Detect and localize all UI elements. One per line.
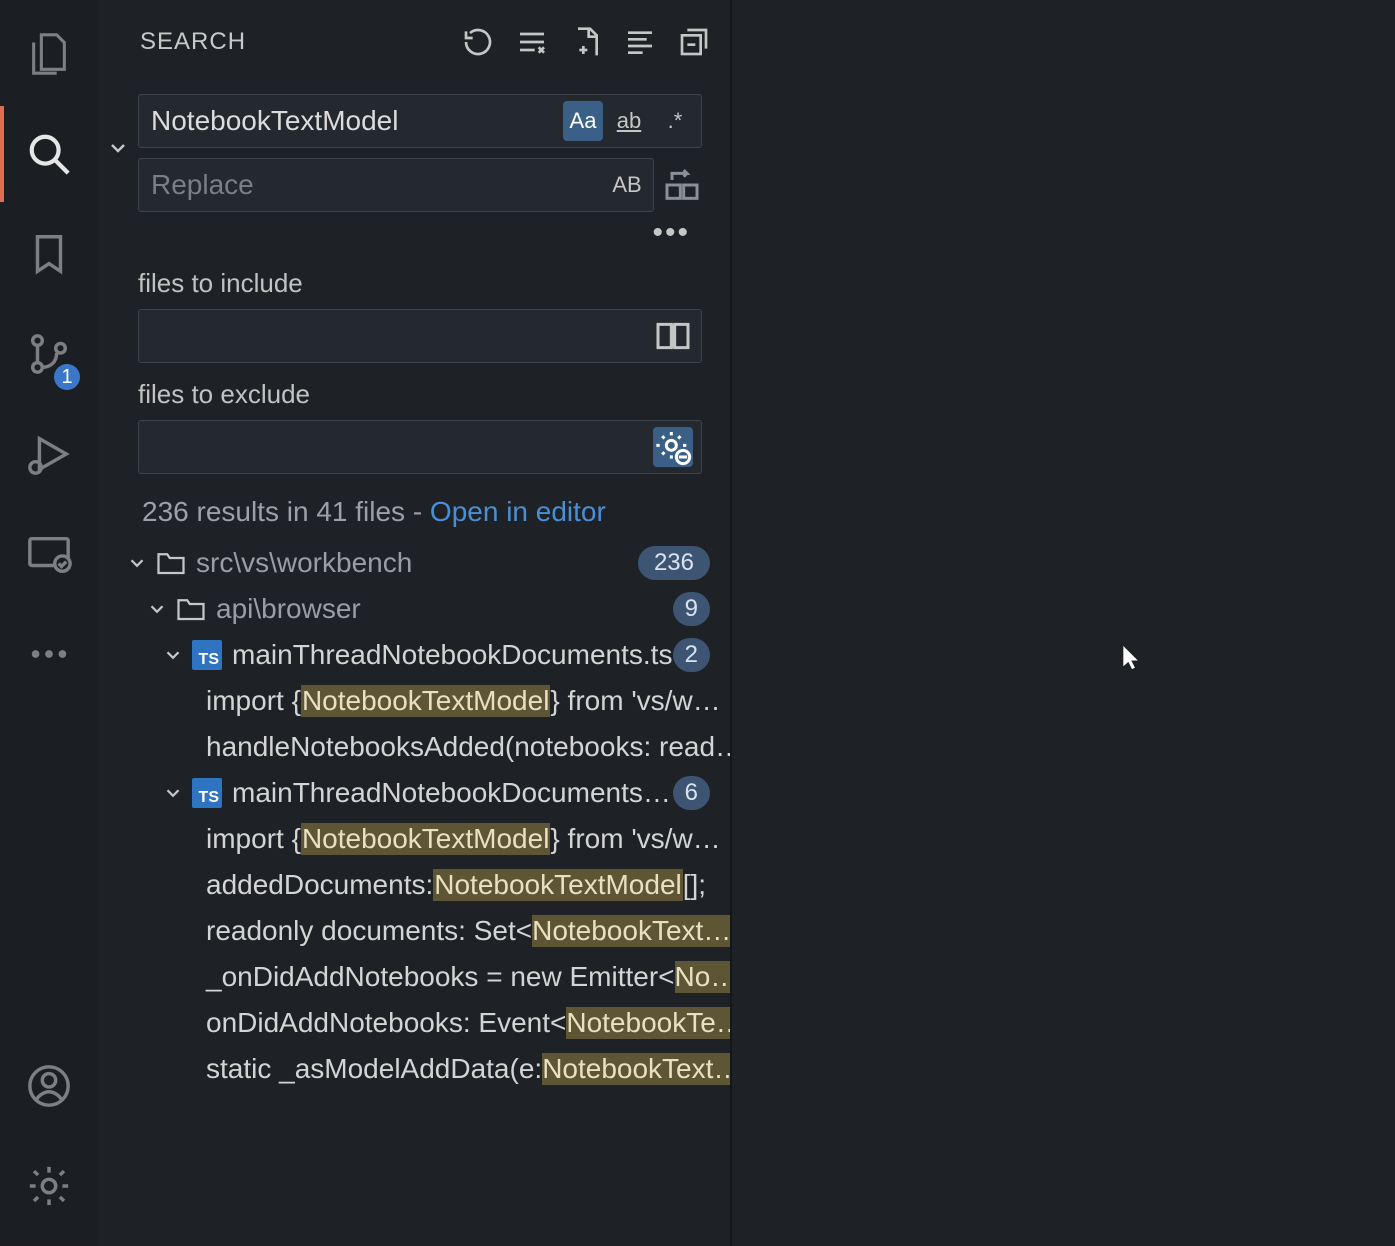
toggle-replace-button[interactable] [98, 94, 138, 474]
activity-remote[interactable] [0, 524, 98, 584]
search-match-row[interactable]: addedDocuments: NotebookTextModel[]; [98, 862, 730, 908]
activity-run-debug[interactable] [0, 424, 98, 484]
replace-input-wrap: AB [138, 158, 654, 212]
panel-title: SEARCH [140, 28, 462, 56]
clear-results-button[interactable] [516, 26, 548, 58]
editor-area [732, 0, 1395, 1246]
files-exclude-input[interactable] [151, 431, 653, 463]
search-match-row[interactable]: _onDidAddNotebooks = new Emitter<No… [98, 954, 730, 1000]
clear-icon [516, 26, 548, 58]
folder-icon [176, 596, 206, 622]
chevron-down-icon [162, 782, 184, 804]
results-summary: 236 results in 41 files - Open in editor [98, 474, 730, 540]
activity-bookmarks[interactable] [0, 224, 98, 284]
typescript-file-icon: TS [192, 640, 222, 670]
folder-icon [156, 550, 186, 576]
tree-file-row[interactable]: TS mainThreadNotebookDocuments… 6 [98, 770, 730, 816]
count-badge: 2 [673, 638, 710, 672]
search-match-row[interactable]: handleNotebooksAdded(notebooks: read… [98, 724, 730, 770]
activity-search[interactable] [0, 124, 98, 184]
results-count-text: 236 results in 41 files - [142, 496, 430, 527]
file-name: mainThreadNotebookDocuments… [232, 777, 673, 809]
search-match-row[interactable]: onDidAddNotebooks: Event<NotebookTe… [98, 1000, 730, 1046]
search-icon [26, 131, 72, 177]
search-match-row[interactable]: import { NotebookTextModel } from 'vs/w… [98, 678, 730, 724]
activity-settings[interactable] [0, 1156, 98, 1216]
gear-exclude-icon [653, 427, 693, 467]
mouse-cursor [1123, 646, 1141, 679]
folder-path: api\browser [216, 593, 361, 624]
open-in-editor-link[interactable]: Open in editor [430, 496, 606, 527]
match-word-toggle[interactable]: ab [609, 101, 649, 141]
search-match-row[interactable]: static _asModelAddData(e: NotebookText… [98, 1046, 730, 1092]
tree-file-row[interactable]: TS mainThreadNotebookDocuments.ts 2 [98, 632, 730, 678]
search-in-open-editors-toggle[interactable] [653, 316, 693, 356]
scm-badge: 1 [54, 364, 80, 390]
panel-actions [462, 26, 710, 58]
refresh-icon [462, 26, 494, 58]
match-case-toggle[interactable]: Aa [563, 101, 603, 141]
list-icon [624, 26, 656, 58]
regex-toggle[interactable]: .* [655, 101, 695, 141]
ellipsis-icon [26, 631, 72, 677]
files-exclude-wrap [138, 420, 702, 474]
chevron-down-icon [126, 552, 148, 574]
collapse-icon [678, 26, 710, 58]
search-match-row[interactable]: import { NotebookTextModel } from 'vs/w… [98, 816, 730, 862]
account-icon [26, 1063, 72, 1109]
chevron-down-icon [162, 644, 184, 666]
book-icon [653, 316, 693, 356]
collapse-all-button[interactable] [678, 26, 710, 58]
count-badge: 6 [673, 776, 710, 810]
activity-source-control[interactable]: 1 [0, 324, 98, 384]
view-as-tree-button[interactable] [624, 26, 656, 58]
folder-path: src\vs\workbench [196, 547, 412, 578]
search-input[interactable] [151, 105, 563, 137]
new-search-editor-button[interactable] [570, 26, 602, 58]
count-badge: 236 [638, 546, 710, 580]
chevron-down-icon [146, 598, 168, 620]
debug-icon [26, 431, 72, 477]
activity-explorer[interactable] [0, 24, 98, 84]
panel-header: SEARCH [98, 18, 730, 66]
replace-input[interactable] [151, 169, 607, 201]
tree-folder-row[interactable]: api\browser 9 [98, 586, 730, 632]
use-exclude-settings-toggle[interactable] [653, 427, 693, 467]
toggle-search-details[interactable]: ••• [644, 222, 698, 252]
chevron-down-icon [106, 136, 130, 160]
results-tree: src\vs\workbench 236 api\browser 9 TS ma… [98, 540, 730, 1246]
gear-icon [26, 1163, 72, 1209]
files-include-wrap [138, 309, 702, 363]
activity-more[interactable] [0, 624, 98, 684]
files-include-input[interactable] [151, 320, 653, 352]
file-name: mainThreadNotebookDocuments.ts [232, 639, 673, 671]
bookmark-icon [26, 231, 72, 277]
count-badge: 9 [673, 592, 710, 626]
typescript-file-icon: TS [192, 778, 222, 808]
preserve-case-toggle[interactable]: AB [607, 165, 647, 205]
refresh-button[interactable] [462, 26, 494, 58]
replace-all-button[interactable] [662, 161, 702, 209]
remote-icon [26, 531, 72, 577]
activity-bar: 1 [0, 0, 98, 1246]
search-match-row[interactable]: readonly documents: Set<NotebookText… [98, 908, 730, 954]
tree-folder-row[interactable]: src\vs\workbench 236 [98, 540, 730, 586]
search-panel: SEARCH Aa [98, 0, 732, 1246]
files-exclude-label: files to exclude [138, 379, 702, 410]
files-icon [26, 31, 72, 77]
new-file-icon [570, 26, 602, 58]
replace-all-icon [662, 165, 702, 205]
search-input-wrap: Aa ab .* [138, 94, 702, 148]
activity-accounts[interactable] [0, 1056, 98, 1116]
files-include-label: files to include [138, 268, 702, 299]
